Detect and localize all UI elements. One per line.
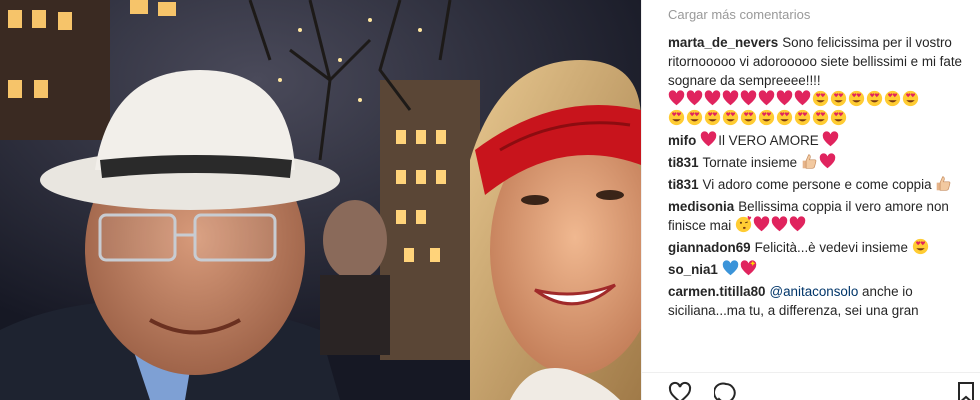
heart-outline-icon[interactable] [668,381,692,400]
heart-eyes-emoji [776,109,793,126]
thumbs-up-emoji [801,153,818,170]
heart-emoji [722,90,739,107]
heart-emoji [686,90,703,107]
comment-item: giannadon69 Felicità...è vedevi insieme [668,238,968,257]
heart-emoji [822,131,839,148]
comments-panel: Cargar más comentarios marta_de_nevers So… [641,0,980,400]
comment-text: Felicità...è vedevi insieme [754,240,908,255]
action-bar [642,372,980,400]
heart-emoji [704,90,721,107]
heart-eyes-emoji [722,109,739,126]
comment-item: marta_de_nevers Sono felicissima per il v… [668,33,968,128]
comment-item: ti831 Vi adoro come persone e come coppia [668,175,968,194]
heart-emoji [789,216,806,233]
heart-eyes-emoji [812,90,829,107]
blue-heart-emoji [722,260,739,277]
kiss-face-emoji [735,216,752,233]
comment-text: Vi adoro come persone e come coppia [702,177,932,192]
heart-emoji [753,216,770,233]
comment-username-link[interactable]: carmen.titilla80 [668,284,766,299]
heart-eyes-emoji [758,109,775,126]
heart-eyes-emoji [812,109,829,126]
thumbs-up-emoji [935,175,952,192]
sparkling-heart-emoji [740,260,757,277]
bookmark-icon[interactable] [954,381,978,400]
comment-username-link[interactable]: mifo [668,133,696,148]
heart-eyes-emoji [912,238,929,255]
comment-text: Tornate insieme [702,155,798,170]
heart-emoji [819,153,836,170]
post-photo[interactable] [0,0,641,400]
comment-username-link[interactable]: ti831 [668,177,699,192]
heart-eyes-emoji [668,109,685,126]
comment-item: mifo Il VERO AMORE [668,131,968,150]
heart-emoji [794,90,811,107]
heart-emoji [668,90,685,107]
comment-username-link[interactable]: medisonia [668,199,734,214]
comment-username-link[interactable]: ti831 [668,155,699,170]
load-more-comments-link[interactable]: Cargar más comentarios [668,7,810,22]
emoji-row [668,109,968,128]
heart-eyes-emoji [848,90,865,107]
heart-emoji [758,90,775,107]
heart-eyes-emoji [902,90,919,107]
heart-eyes-emoji [686,109,703,126]
heart-emoji [700,131,717,148]
heart-emoji [776,90,793,107]
comment-item: medisonia Bellissima coppia il vero amore… [668,197,968,235]
heart-eyes-emoji [830,90,847,107]
comment-username-link[interactable]: marta_de_nevers [668,35,778,50]
comment-username-link[interactable]: so_nia1 [668,262,718,277]
selfie-photo-illustration [0,0,641,400]
heart-eyes-emoji [884,90,901,107]
comment-item: ti831 Tornate insieme [668,153,968,172]
heart-emoji [740,90,757,107]
comment-icon[interactable] [713,381,738,400]
comment-username-link[interactable]: giannadon69 [668,240,751,255]
heart-emoji [771,216,788,233]
heart-eyes-emoji [830,109,847,126]
heart-eyes-emoji [794,109,811,126]
emoji-row [668,90,968,109]
comment-mention-link[interactable]: @anitaconsolo [770,284,859,299]
heart-eyes-emoji [866,90,883,107]
heart-eyes-emoji [704,109,721,126]
comment-text: Il VERO AMORE [718,133,819,148]
heart-eyes-emoji [740,109,757,126]
comment-list: marta_de_nevers Sono felicissima per il v… [668,33,968,323]
comment-item: carmen.titilla80 @anitaconsolo anche io s… [668,282,968,320]
comment-item: so_nia1 [668,260,968,279]
